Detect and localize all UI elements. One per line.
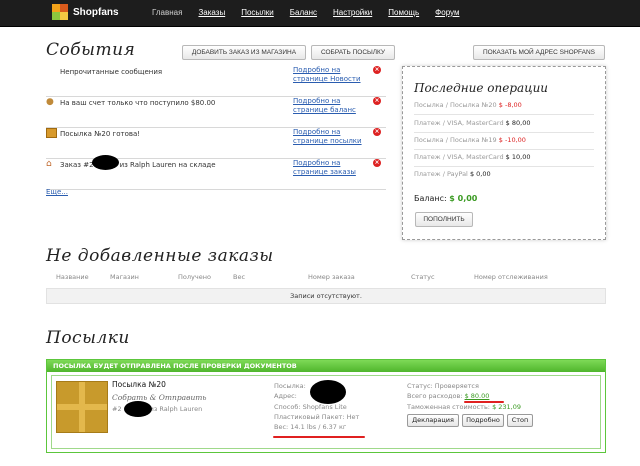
event-details-link[interactable]: Подробно на странице посылки [293,128,365,146]
parcel-weight: Вес: 14.1 lbs / 6.37 кг [274,423,347,431]
parcel-name: Посылка №20 [112,380,166,389]
parcel-expenses: Всего расходов: $ 80.00 [407,392,490,400]
parcel-banner: ПОСЫЛКА БУДЕТ ОТПРАВЛЕНА ПОСЛЕ ПРОВЕРКИ … [47,360,605,372]
nav-help[interactable]: Помощь [388,8,419,17]
event-text: Заказ #2 из Ralph Lauren на складе [60,161,216,169]
event-text: На ваш счет только что поступило $80.00 [60,99,216,107]
column-header: Номер отслеживания [474,273,548,281]
orders-empty-message: Записи отсутствуют. [46,288,606,304]
column-header: Название [56,273,89,281]
events-title: События [46,40,136,60]
top-navigation-bar: Shopfans Главная Заказы Посылки Баланс Н… [0,0,640,27]
parcel-address: Адрес: [274,392,297,400]
nav-home[interactable]: Главная [152,8,182,17]
balance-label: Баланс: $ 0,00 [414,194,478,203]
declaration-button[interactable]: Декларация [407,414,459,427]
nav-balance[interactable]: Баланс [290,8,317,17]
operation-row: Платеж / VISA, MasterCard $ 10,00 [414,153,531,161]
topup-button[interactable]: ПОПОЛНИТЬ [415,212,473,227]
operation-row: Платеж / PayPal $ 0,00 [414,170,491,178]
event-row: ● На ваш счет только что поступило $80.0… [46,97,386,128]
event-row: ⌂ Заказ #2 из Ralph Lauren на складе Подр… [46,155,386,190]
highlight-underline [273,436,365,438]
nav-parcels[interactable]: Посылки [241,8,274,17]
operation-row: Платеж / VISA, MasterCard $ 80,00 [414,119,531,127]
package-icon [46,128,57,138]
orders-table-header: Название Магазин Получено Вес Номер зака… [46,273,604,285]
column-header: Номер заказа [308,273,355,281]
event-details-link[interactable]: Подробно на странице Новости [293,66,365,84]
parcel-details: Посылка №20 Собрать & Отправить #2 из Ral… [51,375,601,449]
orders-title: Не добавленные заказы [46,246,274,266]
parcel-box-icon [56,381,108,433]
operations-title: Последние операции [414,81,549,95]
money-icon: ● [46,97,54,107]
column-header: Статус [411,273,435,281]
stop-button[interactable]: Стоп [507,414,533,427]
nav-forum[interactable]: Форум [435,8,459,17]
dismiss-icon[interactable]: × [373,128,381,136]
last-operations-panel: Последние операции Посылка / Посылка №20… [402,66,606,240]
parcel-plastic: Пластиковый Пакет: Нет [274,413,360,421]
column-header: Магазин [110,273,139,281]
column-header: Получено [178,273,211,281]
main-nav: Главная Заказы Посылки Баланс Настройки … [152,8,475,17]
brand-name: Shopfans [73,6,119,18]
dismiss-icon[interactable]: × [373,66,381,74]
redaction-mark [310,380,346,404]
operation-row: Посылка / Посылка №20 $ -8,00 [414,101,522,109]
shopfans-logo-icon [52,4,68,20]
collect-parcel-button[interactable]: СОБРАТЬ ПОСЫЛКУ [311,45,395,60]
column-header: Вес [233,273,246,281]
add-order-button[interactable]: ДОБАВИТЬ ЗАКАЗ ИЗ МАГАЗИНА [182,45,306,60]
event-details-link[interactable]: Подробно на странице баланс [293,97,365,115]
event-text: Посылка №20 готова! [60,130,141,138]
redaction-mark [124,401,152,417]
dismiss-icon[interactable]: × [373,159,381,167]
details-button[interactable]: Подробно [462,414,504,427]
nav-orders[interactable]: Заказы [198,8,225,17]
event-row: Непрочитанные сообщения Подробно на стра… [46,66,386,97]
nav-settings[interactable]: Настройки [333,8,372,17]
parcel-status: Статус: Проверяется [407,382,479,390]
operation-row: Посылка / Посылка №19 $ -10,00 [414,136,526,144]
parcel-customs: Таможенная стоимость: $ 231,09 [407,403,522,411]
dismiss-icon[interactable]: × [373,97,381,105]
event-row: Посылка №20 готова! Подробно на странице… [46,128,386,159]
warehouse-icon: ⌂ [46,159,52,169]
more-events-link[interactable]: Еще... [46,188,68,196]
show-address-button[interactable]: ПОКАЗАТЬ МОЙ АДРЕС SHOPFANS [473,45,605,60]
event-details-link[interactable]: Подробно на странице заказы [293,159,365,177]
parcel-method: Способ: Shopfans Lite [274,403,347,411]
event-text: Непрочитанные сообщения [60,68,163,76]
parcels-title: Посылки [46,328,130,348]
redaction-mark [92,155,119,170]
balance-value: $ 0,00 [449,194,478,203]
parcel-card: ПОСЫЛКА БУДЕТ ОТПРАВЛЕНА ПОСЛЕ ПРОВЕРКИ … [46,359,606,453]
parcel-subtitle: Собрать & Отправить [112,393,207,402]
parcel-recipient: Посылка: [274,382,306,390]
logo[interactable]: Shopfans [52,4,119,20]
